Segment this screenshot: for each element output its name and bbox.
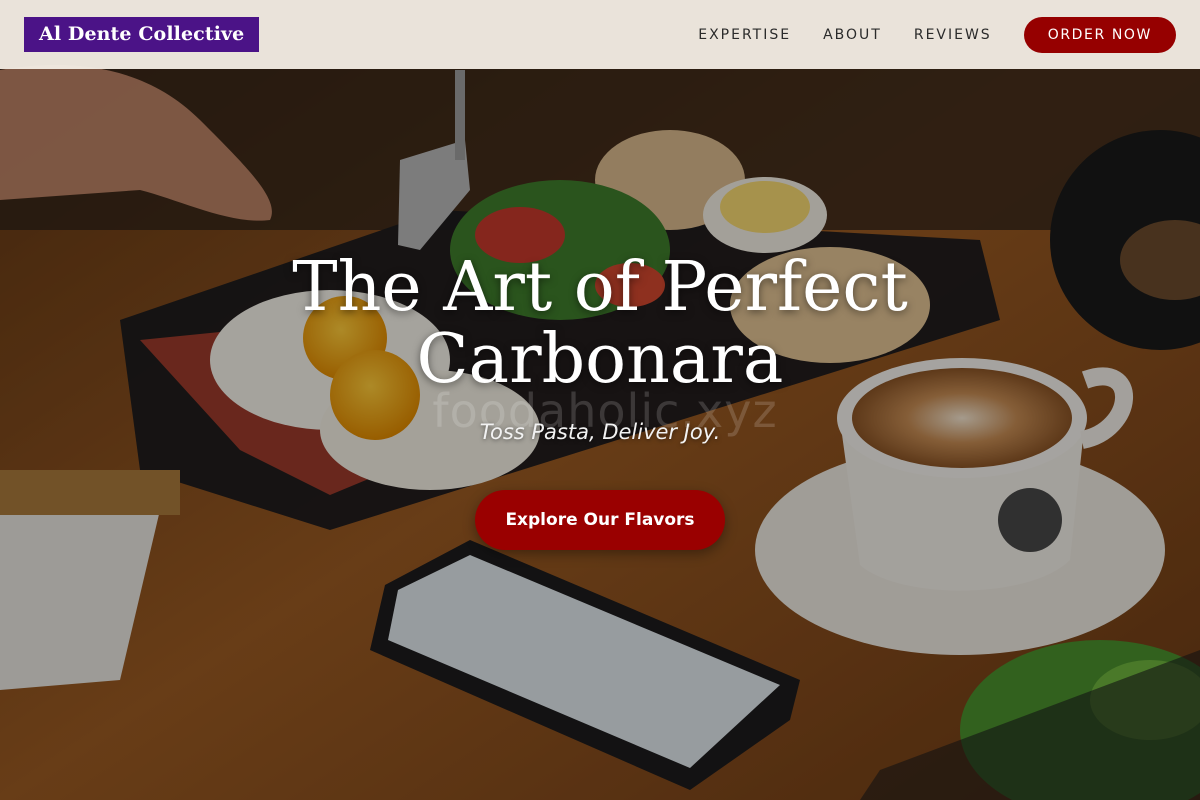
- site-header: Al Dente Collective EXPERTISE ABOUT REVI…: [0, 0, 1200, 69]
- brand-logo[interactable]: Al Dente Collective: [24, 17, 260, 52]
- main-nav: EXPERTISE ABOUT REVIEWS ORDER NOW: [698, 16, 1176, 53]
- order-now-button[interactable]: ORDER NOW: [1023, 16, 1176, 53]
- nav-link-expertise[interactable]: EXPERTISE: [698, 27, 791, 43]
- hero-title: The Art of Perfect Carbonara: [0, 252, 1200, 396]
- nav-link-about[interactable]: ABOUT: [823, 27, 882, 43]
- explore-flavors-button[interactable]: Explore Our Flavors: [475, 490, 725, 550]
- nav-link-reviews[interactable]: REVIEWS: [914, 27, 992, 43]
- hero-title-line1: The Art of Perfect: [292, 248, 908, 327]
- hero-subtitle: Toss Pasta, Deliver Joy.: [479, 420, 721, 444]
